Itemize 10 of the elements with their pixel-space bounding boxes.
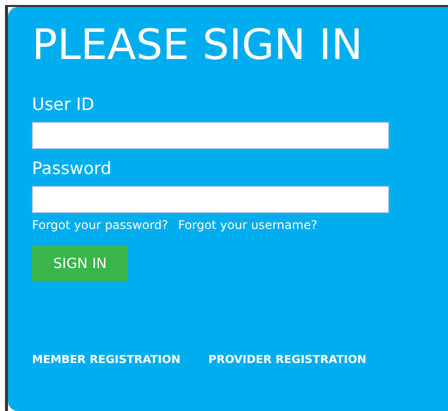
registration-link[interactable]: PROVIDER REGISTRATION [208, 353, 366, 366]
help-link[interactable]: Forgot your password? [32, 218, 168, 232]
registration-link[interactable]: MEMBER REGISTRATION [32, 353, 180, 366]
sign-in-button[interactable]: SIGN IN [32, 246, 128, 281]
page-title: PLEASE SIGN IN [32, 19, 363, 71]
input-field[interactable] [32, 186, 389, 213]
field-label: Password [32, 159, 112, 179]
input-field[interactable] [32, 122, 389, 149]
field-label: User ID [32, 95, 94, 115]
help-link[interactable]: Forgot your username? [178, 218, 318, 232]
